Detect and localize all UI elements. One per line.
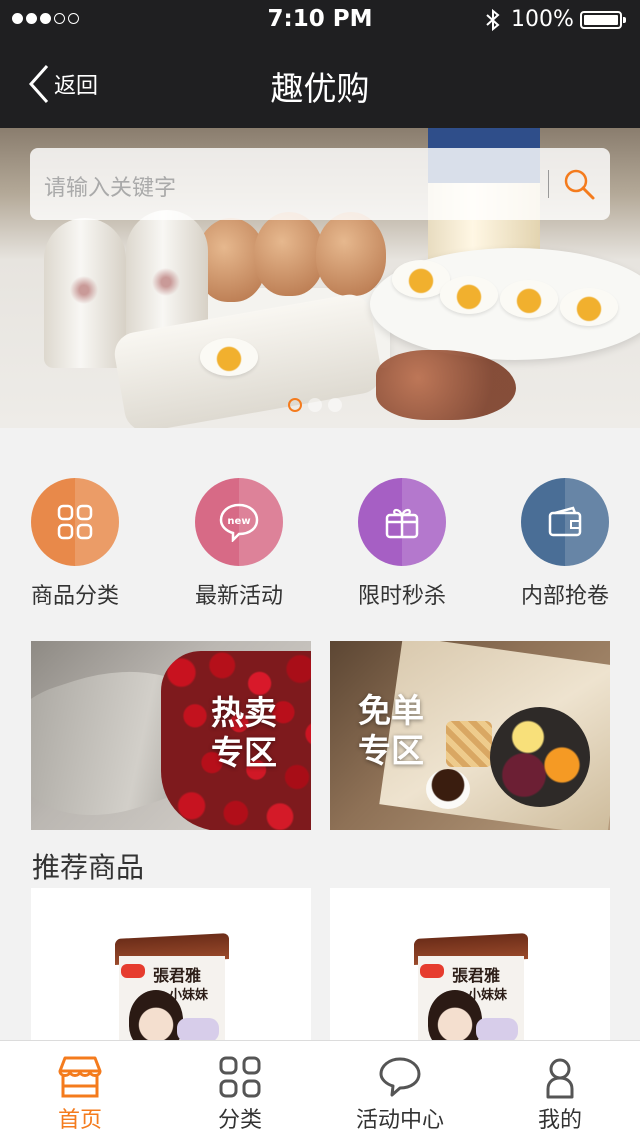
banner-egg-slice	[500, 280, 558, 318]
promo-title-line: 免单	[358, 691, 424, 730]
new-bubble-icon: new	[195, 478, 283, 566]
bottom-tab-bar: 首页 分类 活动中心 我的	[0, 1040, 640, 1136]
carousel-dot[interactable]	[328, 398, 342, 412]
banner-egg-shells	[376, 350, 516, 420]
tab-label: 我的	[537, 1108, 582, 1133]
status-bar: 7:10 PM 100%	[0, 0, 640, 40]
tab-profile[interactable]: 我的	[480, 1041, 640, 1136]
grid-icon	[219, 1056, 261, 1098]
hero-banner[interactable]: 请输入关键字	[0, 128, 640, 428]
battery-icon	[580, 11, 626, 29]
grid-icon	[31, 478, 119, 566]
carousel-dot[interactable]	[308, 398, 322, 412]
user-icon	[546, 1058, 574, 1099]
flavor-badge	[476, 1018, 518, 1042]
search-placeholder: 请输入关键字	[44, 176, 177, 201]
promo-title-line: 专区	[358, 731, 424, 770]
search-icon[interactable]	[562, 167, 596, 201]
promo-title-line: 热卖	[211, 693, 277, 732]
carousel-indicator[interactable]	[288, 398, 342, 412]
banner-egg-slice	[200, 338, 258, 376]
category-label: 商品分类	[30, 584, 119, 609]
battery-percent: 100%	[511, 7, 574, 32]
gift-icon	[358, 478, 446, 566]
carousel-dot[interactable]	[288, 398, 302, 412]
promo-hot-sale[interactable]: 热卖 专区	[31, 641, 311, 830]
promo-biscuits-image	[446, 721, 492, 767]
promo-title-line: 专区	[211, 733, 277, 772]
tab-label: 活动中心	[355, 1108, 444, 1133]
page-title: 趣优购	[270, 69, 370, 108]
search-input[interactable]: 请输入关键字	[30, 148, 610, 220]
category-shortcuts: 商品分类 new 最新活动 限时秒杀 内部抢卷	[0, 478, 640, 610]
banner-egg	[254, 212, 324, 296]
promo-fruit-plate-image	[490, 707, 590, 807]
brand-logo-icon	[420, 964, 444, 978]
product-brand-text: 張君雅	[452, 966, 501, 985]
promo-coffee-cup-image	[426, 769, 470, 809]
promo-free-order[interactable]: 免单 专区	[330, 641, 610, 830]
tab-home[interactable]: 首页	[0, 1041, 160, 1136]
tab-categories[interactable]: 分类	[160, 1041, 320, 1136]
navigation-bar: 返回 趣优购	[0, 40, 640, 128]
tab-activity-center[interactable]: 活动中心	[320, 1041, 480, 1136]
product-brand-text: 張君雅	[153, 966, 202, 985]
banner-egg-slice	[440, 276, 498, 314]
tab-label: 首页	[57, 1108, 102, 1133]
tab-label: 分类	[217, 1108, 262, 1133]
bluetooth-icon	[486, 8, 500, 32]
promo-title: 热卖 专区	[211, 693, 277, 773]
search-divider	[548, 170, 549, 198]
category-label: 限时秒杀	[357, 584, 446, 609]
flavor-badge	[177, 1018, 219, 1042]
banner-shaker	[44, 218, 126, 368]
brand-logo-icon	[121, 964, 145, 978]
category-item-new-events[interactable]: new 最新活动	[174, 478, 304, 610]
category-item-coupons[interactable]: 内部抢卷	[500, 478, 630, 610]
section-title-recommended: 推荐商品	[32, 851, 145, 884]
wallet-icon	[521, 478, 609, 566]
banner-egg	[316, 212, 386, 296]
category-label: 最新活动	[194, 584, 283, 609]
category-item-products[interactable]: 商品分类	[10, 478, 140, 610]
chat-bubble-icon	[379, 1057, 421, 1097]
category-label: 内部抢卷	[520, 584, 609, 609]
svg-text:new: new	[227, 516, 250, 527]
category-item-flash-sale[interactable]: 限时秒杀	[337, 478, 467, 610]
banner-egg-slice	[560, 288, 618, 326]
home-store-icon	[58, 1056, 102, 1098]
promo-title: 免单 专区	[358, 691, 424, 771]
